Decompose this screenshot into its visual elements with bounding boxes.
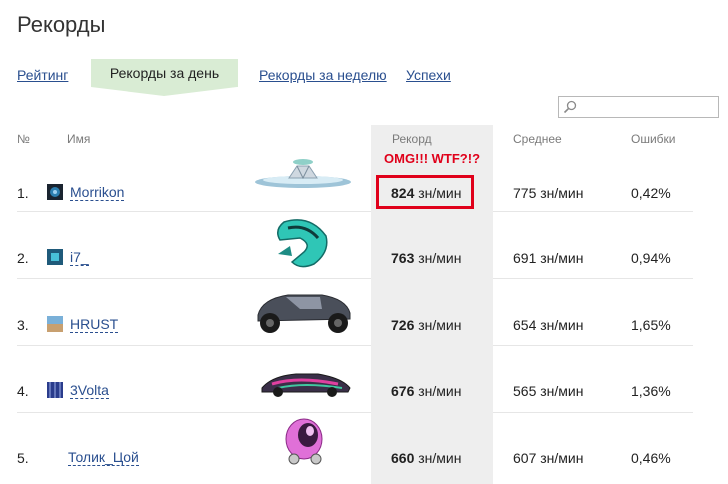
avatar[interactable] <box>47 184 63 200</box>
record-value: 763 зн/мин <box>391 250 461 266</box>
page-title: Рекорды <box>17 12 106 37</box>
user-link[interactable]: Толик_Цой <box>68 450 139 466</box>
errors-value: 1,36% <box>631 383 671 399</box>
avatar[interactable] <box>47 316 63 332</box>
pod-car-icon <box>277 219 328 268</box>
errors-value: 0,42% <box>631 185 671 201</box>
concept-car-icon <box>261 373 351 397</box>
row-rank: 1. <box>17 185 29 201</box>
buggy-car-icon <box>257 294 351 333</box>
record-unit: зн/мин <box>418 317 462 333</box>
search-box[interactable] <box>558 96 719 118</box>
table-row: 4. 3Volta 676 зн/мин 565 зн/мин 1,36% <box>0 346 728 412</box>
row-rank: 3. <box>17 317 29 333</box>
record-number: 763 <box>391 250 415 266</box>
header-name: Имя <box>67 132 91 146</box>
table-row: 3. HRUST 726 зн/мин 654 зн/мин 1,65% <box>0 279 728 345</box>
user-link[interactable]: HRUST <box>70 317 119 333</box>
header-average: Среднее <box>513 132 562 146</box>
row-rank: 5. <box>17 450 29 466</box>
average-value: 691 зн/мин <box>513 250 584 266</box>
average-value: 775 зн/мин <box>513 185 584 201</box>
errors-value: 0,46% <box>631 450 671 466</box>
record-number: 660 <box>391 450 415 466</box>
average-value: 607 зн/мин <box>513 450 584 466</box>
record-unit: зн/мин <box>418 383 462 399</box>
saucer-car-icon <box>255 159 351 188</box>
record-number: 676 <box>391 383 415 399</box>
record-value: 676 зн/мин <box>391 383 461 399</box>
record-unit: зн/мин <box>418 185 462 201</box>
tab-day-records[interactable]: Рекорды за день <box>91 59 238 96</box>
tab-bar: Рейтинг Рекорды за день Рекорды за недел… <box>0 58 728 98</box>
errors-value: 0,94% <box>631 250 671 266</box>
record-value: 726 зн/мин <box>391 317 461 333</box>
egg-car-icon <box>285 418 323 465</box>
search-input[interactable] <box>579 98 715 116</box>
search-icon[interactable] <box>562 99 578 115</box>
tab-rating[interactable]: Рейтинг <box>17 67 68 83</box>
record-unit: зн/мин <box>418 450 462 466</box>
table-row: 5. Толик_Цой 660 зн/мин 607 зн/мин 0,46% <box>0 413 728 479</box>
record-number: 824 <box>391 185 415 201</box>
row-rank: 4. <box>17 383 29 399</box>
record-value: 660 зн/мин <box>391 450 461 466</box>
record-number: 726 <box>391 317 415 333</box>
header-record: Рекорд <box>392 132 432 146</box>
table-row: 2. i7_ 763 зн/мин 691 зн/мин 0,94% <box>0 212 728 278</box>
avatar[interactable] <box>47 382 63 398</box>
record-unit: зн/мин <box>418 250 462 266</box>
header-rank: № <box>17 132 30 146</box>
average-value: 654 зн/мин <box>513 317 584 333</box>
average-value: 565 зн/мин <box>513 383 584 399</box>
record-value: 824 зн/мин <box>391 185 461 201</box>
avatar[interactable] <box>47 249 63 265</box>
user-link[interactable]: i7_ <box>70 250 89 266</box>
tab-week-records[interactable]: Рекорды за неделю <box>259 67 387 83</box>
user-link[interactable]: 3Volta <box>70 383 109 399</box>
header-errors: Ошибки <box>631 132 676 146</box>
errors-value: 1,65% <box>631 317 671 333</box>
tab-achievements[interactable]: Успехи <box>406 67 451 83</box>
user-link[interactable]: Morrikon <box>70 185 125 201</box>
row-rank: 2. <box>17 250 29 266</box>
